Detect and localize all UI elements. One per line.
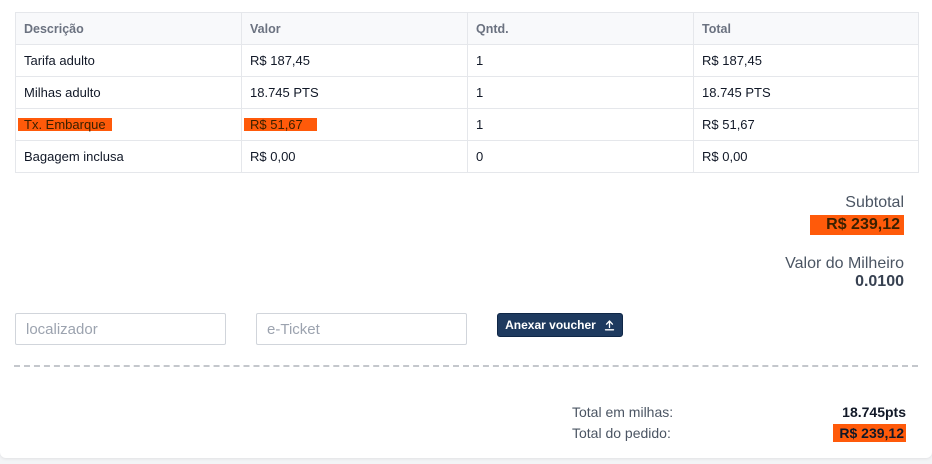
milheiro-value: 0.0100: [855, 273, 904, 290]
table-row: Milhas adulto 18.745 PTS 1 18.745 PTS: [15, 76, 919, 109]
order-summary-card: Descrição Valor Qntd. Total Tarifa adult…: [0, 0, 932, 458]
cell-total: R$ 51,67: [693, 108, 919, 141]
cell-total: R$ 0,00: [693, 140, 919, 173]
subtotal-value: R$ 239,12: [810, 215, 904, 235]
table-row: Bagagem inclusa R$ 0,00 0 R$ 0,00: [15, 140, 919, 173]
total-pedido-row: Total do pedido: R$ 239,12: [572, 423, 906, 442]
column-header-total: Total: [693, 12, 919, 45]
cell-qntd: 1: [467, 44, 694, 77]
cell-descricao-cell: Tx. Embarque: [15, 108, 242, 141]
cell-total: 18.745 PTS: [693, 76, 919, 109]
attach-voucher-label: Anexar voucher: [505, 318, 596, 332]
attach-voucher-button[interactable]: Anexar voucher: [497, 313, 623, 337]
dashed-divider: [14, 365, 918, 367]
cell-descricao: Tarifa adulto: [15, 44, 242, 77]
cell-total: R$ 187,45: [693, 44, 919, 77]
table-row: Tarifa adulto R$ 187,45 1 R$ 187,45: [15, 44, 919, 77]
subtotal-block: Subtotal R$ 239,12: [810, 194, 904, 235]
cell-qntd: 0: [467, 140, 694, 173]
total-pedido-value: R$ 239,12: [833, 423, 906, 442]
total-milhas-row: Total em milhas: 18.745pts: [572, 402, 906, 421]
milheiro-label: Valor do Milheiro: [785, 255, 904, 272]
table-row: Tx. Embarque R$ 51,67 1 R$ 51,67: [15, 108, 919, 141]
cell-valor: R$ 187,45: [241, 44, 468, 77]
total-pedido-label: Total do pedido:: [572, 424, 671, 441]
cell-descricao: Bagagem inclusa: [15, 140, 242, 173]
table-header-row: Descrição Valor Qntd. Total: [15, 12, 919, 45]
order-totals: Total em milhas: 18.745pts Total do pedi…: [572, 402, 906, 442]
fare-items-table: Descrição Valor Qntd. Total Tarifa adult…: [15, 12, 919, 173]
cell-qntd: 1: [467, 108, 694, 141]
cell-valor: 18.745 PTS: [241, 76, 468, 109]
localizador-input[interactable]: [15, 313, 226, 345]
subtotal-value-wrap: R$ 239,12: [810, 215, 904, 235]
total-milhas-label: Total em milhas:: [572, 403, 674, 420]
cell-descricao: Tx. Embarque: [18, 118, 112, 131]
subtotal-label: Subtotal: [845, 194, 904, 211]
cell-valor: R$ 51,67: [244, 118, 317, 131]
eticket-input[interactable]: [256, 313, 467, 345]
column-header-descricao: Descrição: [15, 12, 242, 45]
cell-valor: R$ 0,00: [241, 140, 468, 173]
milheiro-block: Valor do Milheiro 0.0100: [785, 255, 904, 291]
total-milhas-value: 18.745pts: [842, 403, 906, 420]
upload-icon: [604, 319, 615, 331]
column-header-qntd: Qntd.: [467, 12, 694, 45]
cell-qntd: 1: [467, 76, 694, 109]
cell-descricao: Milhas adulto: [15, 76, 242, 109]
column-header-valor: Valor: [241, 12, 468, 45]
cell-valor-cell: R$ 51,67: [241, 108, 468, 141]
